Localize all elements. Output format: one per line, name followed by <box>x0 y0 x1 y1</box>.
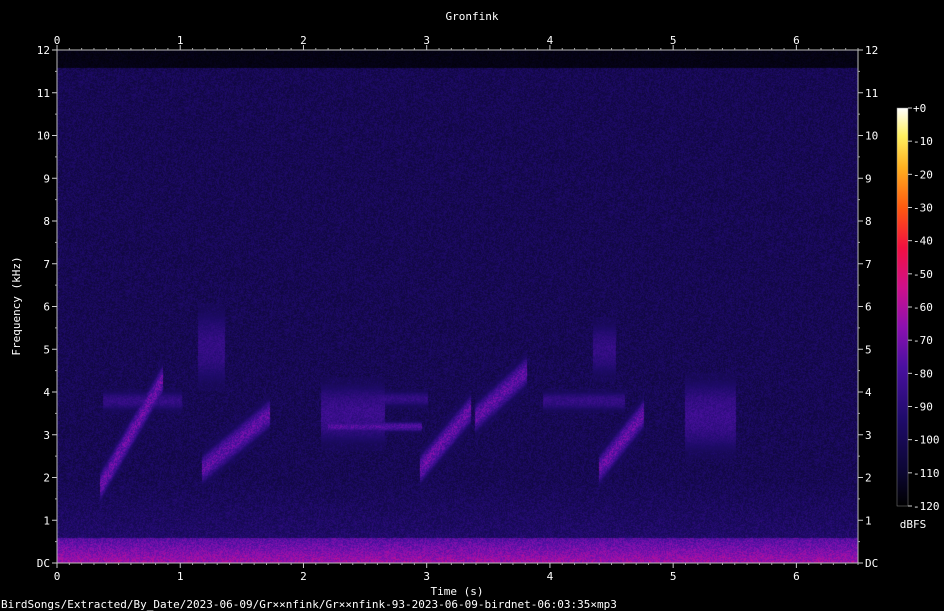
y-tick-label-left: 11 <box>37 87 50 100</box>
x-tick-label-top: 4 <box>547 34 554 47</box>
spectrogram-canvas <box>57 50 858 563</box>
y-tick-label-left: 9 <box>43 172 50 185</box>
y-tick-label-left: 2 <box>43 472 50 485</box>
spectrogram-chart: Gronfink 0123456 0123456 DC1234567891011… <box>10 10 940 598</box>
colorbar-tick-label: -110 <box>913 467 940 480</box>
x-axis-top: 0 1 2 3 4 5 6 <box>54 34 859 50</box>
x-tick-label-top: 6 <box>793 34 800 47</box>
x-tick-label-bottom: 4 <box>547 570 554 583</box>
x-tick-label-bottom: 2 <box>300 570 307 583</box>
y-axis-label: Frequency (kHz) <box>10 256 23 355</box>
colorbar-tick-label: -80 <box>913 367 933 380</box>
y-tick-label-right: DC <box>865 557 878 570</box>
x-tick-label-top: 3 <box>423 34 430 47</box>
colorbar-ticks: +0 -10 -20 -30 -40 -50 -60 -70 -80 -90 -100 -110 -12… <box>908 102 940 513</box>
colorbar-tick-label: -10 <box>913 135 933 148</box>
x-tick-label-bottom: 5 <box>670 570 677 583</box>
y-tick-label-right: 4 <box>865 386 872 399</box>
x-tick-label-top: 2 <box>300 34 307 47</box>
y-tick-label-right: 3 <box>865 429 872 442</box>
x-tick-label-top: 0 <box>54 34 61 47</box>
colorbar-label: dBFS <box>900 518 927 531</box>
chart-title: Gronfink <box>446 10 499 23</box>
y-tick-label-right: 7 <box>865 258 872 271</box>
y-tick-label-left: 1 <box>43 514 50 527</box>
y-tick-label-left: 8 <box>43 215 50 228</box>
colorbar-tick-label: -50 <box>913 268 933 281</box>
y-tick-label-right: 12 <box>865 44 878 57</box>
y-tick-label-right: 5 <box>865 343 872 356</box>
y-tick-label-left: 12 <box>37 44 50 57</box>
colorbar-tick-label: -100 <box>913 434 940 447</box>
colorbar-tick-label: -120 <box>913 500 940 513</box>
x-tick-label-top: 5 <box>670 34 677 47</box>
file-path-footer: BirdSongs/Extracted/By_Date/2023-06-09/G… <box>1 598 617 611</box>
x-tick-label-bottom: 0 <box>54 570 61 583</box>
y-tick-label-right: 6 <box>865 301 872 314</box>
x-tick-label-bottom: 1 <box>177 570 184 583</box>
colorbar-tick-label: -20 <box>913 168 933 181</box>
y-tick-label-left: 5 <box>43 343 50 356</box>
y-tick-label-left: 4 <box>43 386 50 399</box>
y-axis-right: DC123456789101112 <box>858 44 878 570</box>
y-tick-label-left: 3 <box>43 429 50 442</box>
colorbar <box>896 107 909 507</box>
y-tick-label-right: 1 <box>865 514 872 527</box>
y-tick-label-right: 9 <box>865 172 872 185</box>
y-tick-label-right: 8 <box>865 215 872 228</box>
y-tick-label-left: 6 <box>43 301 50 314</box>
x-tick-label-bottom: 3 <box>423 570 430 583</box>
colorbar-tick-label: -30 <box>913 202 933 215</box>
colorbar-tick-label: -70 <box>913 334 933 347</box>
colorbar-tick-label: -60 <box>913 301 933 314</box>
y-tick-label-left: DC <box>37 557 50 570</box>
x-tick-label-top: 1 <box>177 34 184 47</box>
y-tick-label-right: 2 <box>865 472 872 485</box>
y-tick-label-left: 7 <box>43 258 50 271</box>
y-tick-label-right: 10 <box>865 130 878 143</box>
colorbar-tick-label: +0 <box>913 102 926 115</box>
colorbar-tick-label: -40 <box>913 235 933 248</box>
colorbar-tick-label: -90 <box>913 401 933 414</box>
y-axis-left: DC123456789101112 <box>37 44 57 570</box>
x-tick-label-bottom: 6 <box>793 570 800 583</box>
x-axis-label: Time (s) <box>431 585 484 598</box>
x-axis-bottom: 0 1 2 3 4 5 6 <box>54 563 859 583</box>
y-tick-label-left: 10 <box>37 130 50 143</box>
y-tick-label-right: 11 <box>865 87 878 100</box>
